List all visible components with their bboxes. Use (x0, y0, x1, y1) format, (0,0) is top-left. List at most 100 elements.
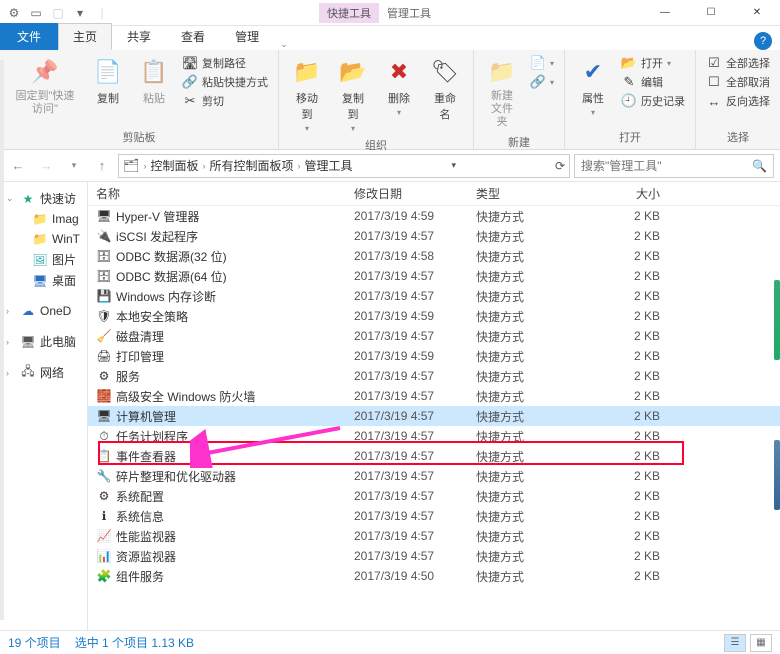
new-folder-button[interactable]: 📁 新建 文件夹 (480, 54, 524, 132)
breadcrumb-item[interactable]: 所有控制面板项 (210, 157, 294, 174)
chevron-right-icon[interactable]: › (142, 161, 149, 171)
invert-selection-button[interactable]: ↔反向选择 (702, 92, 774, 110)
qat-dropdown-icon[interactable]: ▾ (70, 3, 90, 23)
nav-network[interactable]: ›🖧网络 (0, 362, 87, 383)
qat-item[interactable]: ▭ (26, 3, 46, 23)
copy-path-button[interactable]: 🛣复制路径 (178, 54, 272, 72)
paste-button[interactable]: 📋 粘贴 (132, 54, 176, 108)
file-row[interactable]: 🖥Hyper-V 管理器2017/3/19 4:59快捷方式2 KB (88, 206, 780, 226)
forward-button[interactable]: → (34, 154, 58, 178)
label: 复制 (97, 90, 119, 106)
column-name[interactable]: 名称 (96, 185, 354, 202)
details-view-button[interactable]: ☰ (724, 634, 746, 652)
file-row[interactable]: ⚙系统配置2017/3/19 4:57快捷方式2 KB (88, 486, 780, 506)
tab-view[interactable]: 查看 (166, 23, 220, 50)
pin-to-quick-access-button[interactable]: 📌 固定到"快速访问" (6, 54, 84, 118)
file-row[interactable]: 🖨打印管理2017/3/19 4:59快捷方式2 KB (88, 346, 780, 366)
file-row[interactable]: 🗄ODBC 数据源(64 位)2017/3/19 4:57快捷方式2 KB (88, 266, 780, 286)
new-item-button[interactable]: 📄▾ (526, 54, 558, 72)
tab-manage[interactable]: 管理 (220, 23, 274, 50)
recent-dropdown-icon[interactable]: ▾ (62, 154, 86, 178)
file-row[interactable]: 📋事件查看器2017/3/19 4:57快捷方式2 KB (88, 446, 780, 466)
open-button[interactable]: 📂打开▾ (617, 54, 689, 72)
file-row[interactable]: 📊资源监视器2017/3/19 4:57快捷方式2 KB (88, 546, 780, 566)
chevron-right-icon[interactable]: › (201, 161, 208, 171)
select-none-button[interactable]: ☐全部取消 (702, 73, 774, 91)
nav-item[interactable]: 📁WinT (0, 229, 87, 249)
delete-icon: ✖ (383, 56, 415, 88)
up-button[interactable]: ↑ (90, 154, 114, 178)
decorative-edge (774, 280, 780, 360)
file-row[interactable]: 🧹磁盘清理2017/3/19 4:57快捷方式2 KB (88, 326, 780, 346)
ribbon-collapse-icon[interactable]: ⌄ (274, 39, 294, 50)
maximize-button[interactable]: ☐ (688, 0, 734, 26)
expand-icon[interactable]: › (6, 306, 9, 316)
file-size: 2 KB (594, 349, 684, 363)
invert-icon: ↔ (706, 93, 722, 109)
column-type[interactable]: 类型 (476, 185, 594, 202)
cut-button[interactable]: ✂剪切 (178, 92, 272, 110)
properties-button[interactable]: ✔ 属性▾ (571, 54, 615, 119)
close-button[interactable]: ✕ (734, 0, 780, 26)
select-all-button[interactable]: ☑全部选择 (702, 54, 774, 72)
help-button[interactable]: ? (754, 32, 772, 50)
paste-shortcut-button[interactable]: 🔗粘贴快捷方式 (178, 73, 272, 91)
chevron-right-icon[interactable]: › (296, 161, 303, 171)
file-icon: 🖥 (96, 408, 112, 424)
file-row[interactable]: 🛡本地安全策略2017/3/19 4:59快捷方式2 KB (88, 306, 780, 326)
file-size: 2 KB (594, 549, 684, 563)
nav-item[interactable]: 🖼图片 (0, 249, 87, 270)
nav-onedrive[interactable]: ›☁OneD (0, 301, 87, 321)
tab-file[interactable]: 文件 (0, 23, 58, 50)
breadcrumb-item[interactable]: 控制面板 (151, 157, 199, 174)
breadcrumb-item[interactable]: 管理工具 (305, 157, 353, 174)
expand-icon[interactable]: ⌄ (6, 193, 14, 204)
search-icon[interactable]: 🔍 (752, 159, 767, 173)
search-box[interactable]: 🔍 (574, 154, 774, 178)
file-row[interactable]: 🖥计算机管理2017/3/19 4:57快捷方式2 KB (88, 406, 780, 426)
file-row[interactable]: 🔧碎片整理和优化驱动器2017/3/19 4:57快捷方式2 KB (88, 466, 780, 486)
label: 打开 (641, 55, 663, 71)
nav-item[interactable]: 📁Imag (0, 209, 87, 229)
history-button[interactable]: 🕘历史记录 (617, 92, 689, 110)
expand-icon[interactable]: › (6, 337, 9, 347)
nav-this-pc[interactable]: ›🖥此电脑 (0, 331, 87, 352)
qat-item[interactable]: ▢ (48, 3, 68, 23)
file-type: 快捷方式 (476, 268, 594, 285)
nav-quick-access[interactable]: ⌄★快速访 (0, 188, 87, 209)
file-row[interactable]: 🧱高级安全 Windows 防火墙2017/3/19 4:57快捷方式2 KB (88, 386, 780, 406)
breadcrumb[interactable]: 🗂 › 控制面板 › 所有控制面板项 › 管理工具 ▾ ⟳ (118, 154, 570, 178)
file-row[interactable]: 📈性能监视器2017/3/19 4:57快捷方式2 KB (88, 526, 780, 546)
app-icon[interactable]: ⚙ (4, 3, 24, 23)
tab-home[interactable]: 主页 (58, 23, 112, 50)
column-size[interactable]: 大小 (594, 185, 684, 202)
file-row[interactable]: 🔌iSCSI 发起程序2017/3/19 4:57快捷方式2 KB (88, 226, 780, 246)
thumbnails-view-button[interactable]: ▦ (750, 634, 772, 652)
tab-share[interactable]: 共享 (112, 23, 166, 50)
column-date[interactable]: 修改日期 (354, 185, 476, 202)
easy-access-button[interactable]: 🔗▾ (526, 73, 558, 91)
file-row[interactable]: ⚙服务2017/3/19 4:57快捷方式2 KB (88, 366, 780, 386)
file-row[interactable]: ⏱任务计划程序2017/3/19 4:57快捷方式2 KB (88, 426, 780, 446)
edit-button[interactable]: ✎编辑 (617, 73, 689, 91)
back-button[interactable]: ← (6, 154, 30, 178)
refresh-icon[interactable]: ⟳ (555, 159, 565, 173)
breadcrumb-dropdown-icon[interactable]: ▾ (451, 160, 456, 171)
copy-to-button[interactable]: 📂 复制到▾ (331, 54, 375, 135)
ribbon-group-select: ☑全部选择 ☐全部取消 ↔反向选择 选择 (696, 50, 780, 149)
minimize-button[interactable]: — (642, 0, 688, 26)
file-list-scroll[interactable]: 🖥Hyper-V 管理器2017/3/19 4:59快捷方式2 KB🔌iSCSI… (88, 206, 780, 630)
search-input[interactable] (581, 159, 752, 173)
file-name: Hyper-V 管理器 (116, 208, 199, 225)
copy-button[interactable]: 📄 复制 (86, 54, 130, 108)
expand-icon[interactable]: › (6, 368, 9, 378)
nav-desktop[interactable]: 🖥桌面 (0, 270, 87, 291)
rename-button[interactable]: 🏷 重命名 (423, 54, 467, 124)
file-row[interactable]: ℹ系统信息2017/3/19 4:57快捷方式2 KB (88, 506, 780, 526)
move-to-button[interactable]: 📁 移动到▾ (285, 54, 329, 135)
file-row[interactable]: 💾Windows 内存诊断2017/3/19 4:57快捷方式2 KB (88, 286, 780, 306)
delete-button[interactable]: ✖ 删除▾ (377, 54, 421, 119)
file-row[interactable]: 🧩组件服务2017/3/19 4:50快捷方式2 KB (88, 566, 780, 586)
file-type: 快捷方式 (476, 408, 594, 425)
file-row[interactable]: 🗄ODBC 数据源(32 位)2017/3/19 4:58快捷方式2 KB (88, 246, 780, 266)
